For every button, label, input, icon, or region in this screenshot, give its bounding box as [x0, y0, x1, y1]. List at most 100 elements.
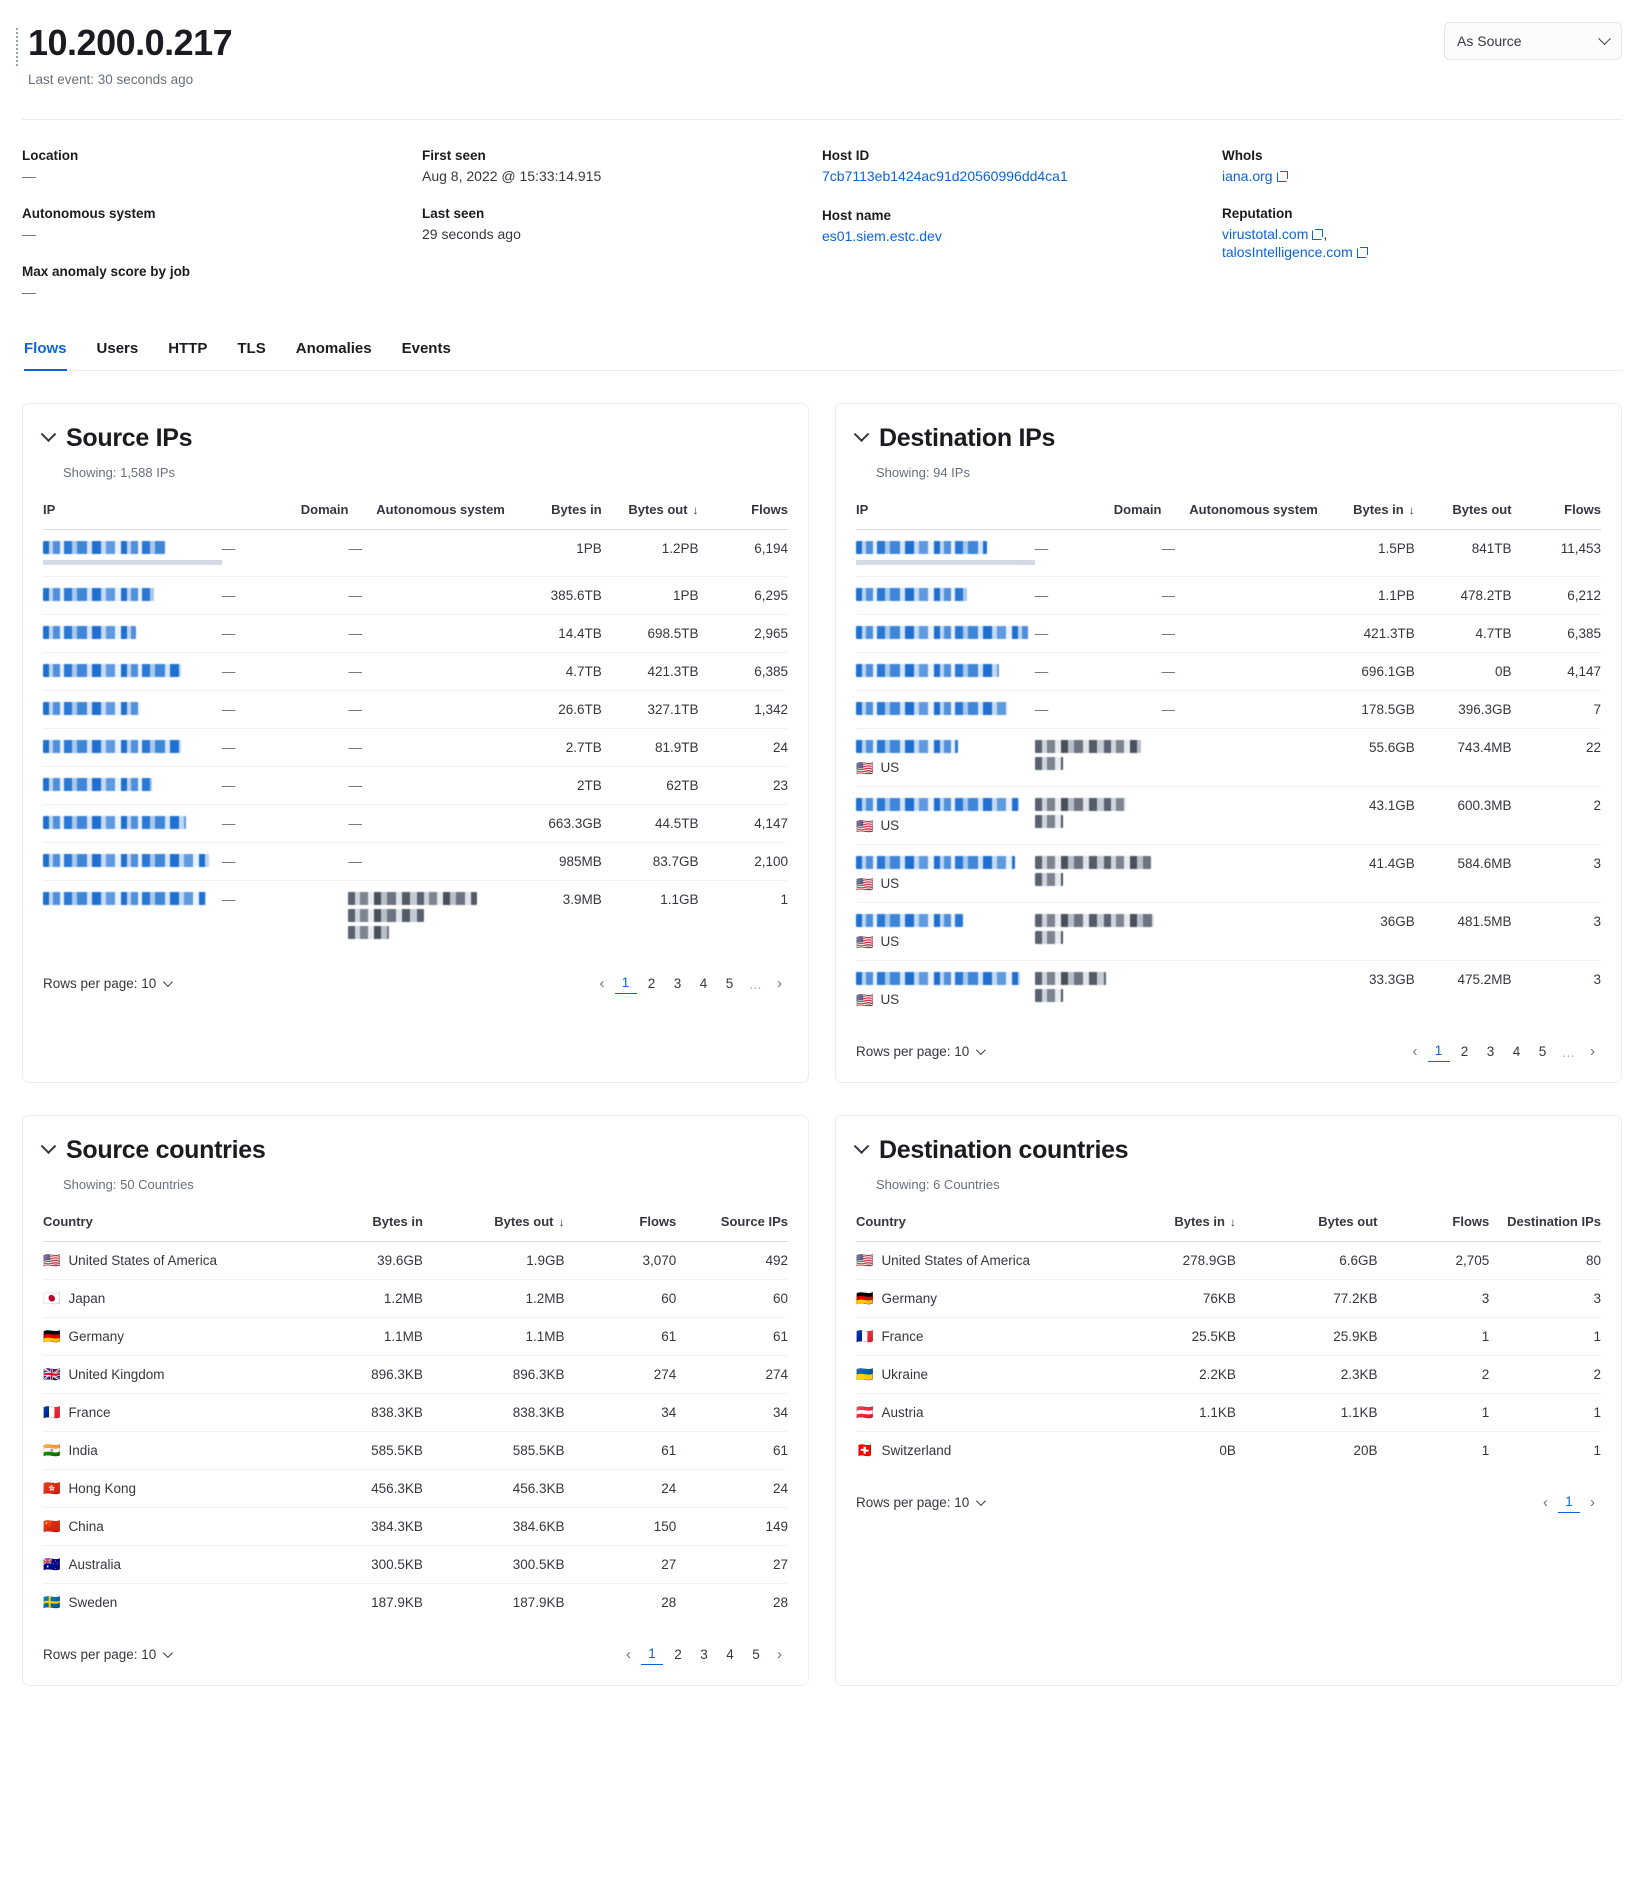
- cell-country[interactable]: 🇦🇺Australia: [43, 1546, 296, 1584]
- redacted-value[interactable]: [1035, 914, 1154, 927]
- redacted-value[interactable]: [348, 909, 423, 922]
- rows-per-page-selector[interactable]: Rows per page: 10: [856, 1495, 983, 1510]
- cell-country[interactable]: 🇩🇪Germany: [856, 1280, 1109, 1318]
- redacted-value[interactable]: [43, 626, 136, 639]
- field-host-name-value[interactable]: es01.siem.estc.dev: [822, 228, 942, 244]
- column-header-bytes-out[interactable]: Bytes out: [1236, 1214, 1378, 1242]
- table-row[interactable]: ——663.3GB44.5TB4,147: [43, 805, 788, 843]
- table-row[interactable]: 🇸🇪Sweden187.9KB187.9KB2828: [43, 1584, 788, 1622]
- redacted-value[interactable]: [856, 740, 958, 753]
- redacted-value[interactable]: [1035, 815, 1063, 828]
- table-row[interactable]: 🇮🇳India585.5KB585.5KB6161: [43, 1432, 788, 1470]
- tab-anomalies[interactable]: Anomalies: [296, 340, 372, 370]
- redacted-value[interactable]: [856, 798, 1019, 811]
- chevron-down-icon[interactable]: [854, 427, 870, 443]
- chevron-down-icon[interactable]: [41, 1139, 57, 1155]
- tab-users[interactable]: Users: [97, 340, 139, 370]
- redacted-value[interactable]: [1035, 972, 1106, 985]
- cell-ip[interactable]: 🇺🇸US: [856, 729, 1035, 787]
- table-row[interactable]: 🇺🇸US41.4GB584.6MB3: [856, 845, 1601, 903]
- cell-ip[interactable]: 🇺🇸US: [856, 787, 1035, 845]
- pagination-page-3[interactable]: 3: [667, 972, 689, 994]
- table-row[interactable]: 🇬🇧United Kingdom896.3KB896.3KB274274: [43, 1356, 788, 1394]
- reputation-link-talos[interactable]: talosIntelligence.com: [1222, 244, 1353, 260]
- redacted-value[interactable]: [43, 541, 165, 554]
- cell-ip[interactable]: [43, 653, 222, 691]
- table-row[interactable]: 🇺🇸US55.6GB743.4MB22: [856, 729, 1601, 787]
- table-row[interactable]: 🇺🇸United States of America39.6GB1.9GB3,0…: [43, 1242, 788, 1280]
- pagination-page-4[interactable]: 4: [1506, 1040, 1528, 1062]
- redacted-value[interactable]: [856, 626, 1028, 639]
- cell-country[interactable]: 🇺🇸United States of America: [43, 1242, 296, 1280]
- table-row[interactable]: ——2.7TB81.9TB24: [43, 729, 788, 767]
- rows-per-page-selector[interactable]: Rows per page: 10: [43, 976, 170, 991]
- table-row[interactable]: 🇫🇷France25.5KB25.9KB11: [856, 1318, 1601, 1356]
- rows-per-page-selector[interactable]: Rows per page: 10: [856, 1044, 983, 1059]
- table-row[interactable]: 🇯🇵Japan1.2MB1.2MB6060: [43, 1280, 788, 1318]
- table-row[interactable]: ——1.5PB841TB11,453: [856, 530, 1601, 577]
- column-header-bytes-out[interactable]: Bytes out↓: [423, 1214, 565, 1242]
- column-header-bytes-in[interactable]: Bytes in: [296, 1214, 423, 1242]
- cell-ip[interactable]: [856, 615, 1035, 653]
- redacted-value[interactable]: [1035, 757, 1063, 770]
- tab-flows[interactable]: Flows: [24, 340, 67, 370]
- table-row[interactable]: 🇫🇷France838.3KB838.3KB3434: [43, 1394, 788, 1432]
- cell-ip[interactable]: [43, 530, 222, 577]
- pagination-page-5[interactable]: 5: [745, 1643, 767, 1665]
- column-header-flows[interactable]: Flows: [564, 1214, 676, 1242]
- pagination-next-icon[interactable]: ›: [1584, 1494, 1601, 1511]
- redacted-value[interactable]: [1035, 856, 1152, 869]
- cell-country[interactable]: 🇺🇸United States of America: [856, 1242, 1109, 1280]
- table-row[interactable]: 🇺🇸United States of America278.9GB6.6GB2,…: [856, 1242, 1601, 1280]
- pagination-page-2[interactable]: 2: [641, 972, 663, 994]
- cell-ip[interactable]: [856, 691, 1035, 729]
- pagination-prev-icon[interactable]: ‹: [594, 975, 611, 992]
- pagination-page-1[interactable]: 1: [641, 1643, 663, 1665]
- cell-ip[interactable]: [43, 691, 222, 729]
- pagination-page-2[interactable]: 2: [1454, 1040, 1476, 1062]
- column-header-bytes-in[interactable]: Bytes in↓: [1318, 502, 1415, 530]
- column-header-bytes-out[interactable]: Bytes out: [1415, 502, 1512, 530]
- cell-country[interactable]: 🇺🇦Ukraine: [856, 1356, 1109, 1394]
- table-row[interactable]: 🇨🇳China384.3KB384.6KB150149: [43, 1508, 788, 1546]
- table-row[interactable]: 🇺🇸US33.3GB475.2MB3: [856, 961, 1601, 1019]
- tab-tls[interactable]: TLS: [237, 340, 265, 370]
- reputation-link-virustotal[interactable]: virustotal.com: [1222, 226, 1308, 242]
- table-row[interactable]: ——26.6TB327.1TB1,342: [43, 691, 788, 729]
- column-header-bytes-out[interactable]: Bytes out↓: [602, 502, 699, 530]
- cell-country[interactable]: 🇨🇳China: [43, 1508, 296, 1546]
- pagination-page-2[interactable]: 2: [667, 1643, 689, 1665]
- pagination-page-5[interactable]: 5: [719, 972, 741, 994]
- cell-country[interactable]: 🇯🇵Japan: [43, 1280, 296, 1318]
- column-header-source-ips[interactable]: Source IPs: [676, 1214, 788, 1242]
- cell-country[interactable]: 🇮🇳India: [43, 1432, 296, 1470]
- pagination-page-1[interactable]: 1: [1558, 1491, 1580, 1513]
- tab-events[interactable]: Events: [402, 340, 451, 370]
- cell-ip[interactable]: [43, 615, 222, 653]
- table-row[interactable]: ——385.6TB1PB6,295: [43, 577, 788, 615]
- table-row[interactable]: ——1.1PB478.2TB6,212: [856, 577, 1601, 615]
- pagination-next-icon[interactable]: ›: [771, 975, 788, 992]
- cell-ip[interactable]: [856, 577, 1035, 615]
- redacted-value[interactable]: [348, 926, 389, 939]
- pagination-page-1[interactable]: 1: [1428, 1040, 1450, 1062]
- cell-country[interactable]: 🇦🇹Austria: [856, 1394, 1109, 1432]
- redacted-value[interactable]: [856, 702, 1008, 715]
- pagination-page-5[interactable]: 5: [1532, 1040, 1554, 1062]
- table-row[interactable]: 🇺🇸US43.1GB600.3MB2: [856, 787, 1601, 845]
- cell-country[interactable]: 🇫🇷France: [856, 1318, 1109, 1356]
- redacted-value[interactable]: [43, 664, 181, 677]
- redacted-value[interactable]: [856, 588, 967, 601]
- table-row[interactable]: 🇩🇪Germany76KB77.2KB33: [856, 1280, 1601, 1318]
- column-header-bytes-in[interactable]: Bytes in↓: [1109, 1214, 1236, 1242]
- pagination-page-3[interactable]: 3: [693, 1643, 715, 1665]
- table-row[interactable]: ——14.4TB698.5TB2,965: [43, 615, 788, 653]
- redacted-value[interactable]: [43, 702, 140, 715]
- redacted-value[interactable]: [43, 854, 209, 867]
- pagination-next-icon[interactable]: ›: [771, 1646, 788, 1663]
- redacted-value[interactable]: [1035, 989, 1063, 1002]
- table-row[interactable]: 🇺🇦Ukraine2.2KB2.3KB22: [856, 1356, 1601, 1394]
- redacted-value[interactable]: [1035, 931, 1063, 944]
- column-header-domain[interactable]: Domain: [1035, 502, 1162, 530]
- cell-country[interactable]: 🇩🇪Germany: [43, 1318, 296, 1356]
